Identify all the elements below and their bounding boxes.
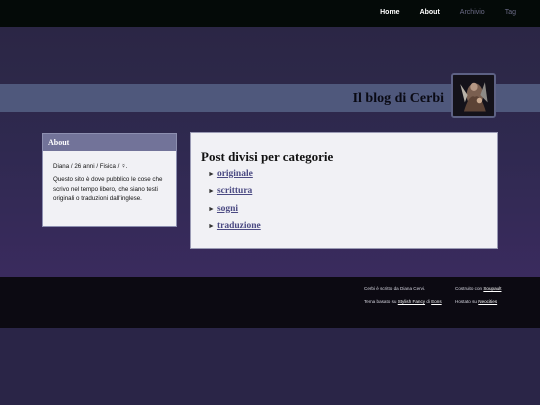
triangle-right-icon: ► [208,187,215,196]
neocities-link[interactable]: Neocities [478,299,497,304]
avatar[interactable] [451,73,496,118]
triangle-right-icon: ► [208,170,215,178]
nav-archivio[interactable]: Archivio [460,9,485,16]
footer-credits: Cerbi è scritto da Diana Cervi. Tema bas… [364,285,446,305]
nav-about[interactable]: About [420,9,440,16]
triangle-right-icon: ► [208,221,215,230]
category-link-originale[interactable]: originale [217,169,253,179]
footer-theme-prefix: Tema basato su [364,298,398,304]
soupault-link[interactable]: Soupault [483,286,501,291]
theme-author-link[interactable]: Eons [431,299,441,304]
list-item: ► sogni [208,203,261,220]
portrait-image-icon [453,75,494,116]
nav-home[interactable]: Home [380,9,399,16]
footer-hosted-prefix: Hostato su [455,298,479,304]
category-link-sogni[interactable]: sogni [217,204,238,214]
triangle-right-icon: ► [208,204,215,213]
footer-hosted-line: Hostato su Neocities [455,298,535,306]
main-nav: Home About Archivio Tag [360,9,516,16]
footer-credit-text: Cerbi è scritto da Diana Cervi. [364,286,426,291]
category-link-traduzione[interactable]: traduzione [217,221,261,231]
nav-tag[interactable]: Tag [505,9,516,16]
about-widget: About Diana / 26 anni / Fisica / ☿. Ques… [42,133,177,227]
about-description: Questo sito è dove pubblico le cose che … [53,176,163,202]
footer: Cerbi è scritto da Diana Cervi. Tema bas… [0,277,540,328]
site-title[interactable]: Il blog di Cerbi [353,91,444,107]
list-item: ► originale [208,168,261,185]
page-bottom [0,328,540,405]
footer-built-line: Costruito con Soupault [455,285,535,293]
theme-link[interactable]: Stylish Fancy [398,299,425,304]
page-title: Post divisi per categorie [201,149,334,164]
footer-tech: Costruito con Soupault Hostato su Neocit… [455,285,535,305]
category-list: ► originale ► scrittura ► sogni ► traduzione [208,168,261,237]
list-item: ► scrittura [208,185,261,202]
footer-theme-line: Tema basato su Stylish Fancy di Eons [364,298,446,306]
list-item: ► traduzione [208,220,261,237]
about-intro: Diana / 26 anni / Fisica / ☿. [53,163,128,170]
top-navbar: Home About Archivio Tag [0,0,540,27]
about-body: Diana / 26 anni / Fisica / ☿. Questo sit… [43,151,176,203]
footer-built-prefix: Costruito con [455,286,484,291]
about-heading: About [43,134,176,151]
category-link-scrittura[interactable]: scrittura [217,186,252,196]
main-content: Post divisi per categorie ► originale ► sc… [190,132,498,249]
